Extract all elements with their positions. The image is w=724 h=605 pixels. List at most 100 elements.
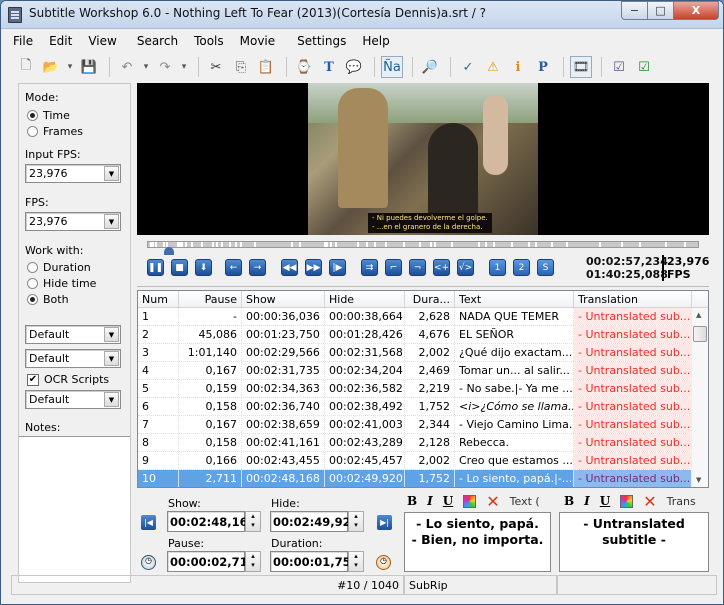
output-settings-icon[interactable]: ☑ [608,56,630,78]
timer-icon[interactable]: ◷ [376,555,391,570]
copy-icon[interactable]: ⎘ [230,56,252,78]
table-row[interactable]: 8 0,158 00:02:41,161 00:02:43,289 2,128 Rebec… [138,434,708,452]
close-button[interactable]: X [673,1,719,20]
remove-tags-icon[interactable]: ✕ [486,492,499,511]
previous-subtitle-icon[interactable]: |◀ [141,515,156,530]
scroll-down-icon[interactable]: ▼ [696,476,701,484]
seek-thumb[interactable] [163,247,174,255]
translation-text-editor[interactable]: - Untranslated subtitle - [559,512,709,572]
column-header-show[interactable]: Show [242,291,325,307]
dropdown-arrow-icon[interactable]: ▾ [65,56,75,78]
table-row[interactable]: 2 45,086 00:01:23,750 00:01:28,426 4,676 EL S… [138,326,708,344]
underline-button[interactable]: U [600,494,610,508]
hide-time-spinner[interactable]: ▴ ▾ [348,511,364,532]
paste-icon[interactable]: 📋 [255,56,277,78]
two-button[interactable]: 2 [513,259,530,276]
work-hide-time-radio[interactable]: Hide time [27,277,96,290]
table-row[interactable]: 9 0,166 00:02:43,455 00:02:45,457 2,002 Creo … [138,452,708,470]
undo-icon[interactable]: ↶ [116,56,138,78]
maximize-button[interactable]: □ [647,1,674,20]
remove-tags-icon[interactable]: ✕ [643,492,656,511]
column-header-text[interactable]: Text [455,291,574,307]
pause-button[interactable]: ❚❚ [147,259,164,276]
chevron-down-icon[interactable]: ▼ [104,351,119,366]
next-subtitle-icon[interactable]: ▶| [377,515,392,530]
minimize-button[interactable]: − [621,1,648,20]
show-time-spinner[interactable]: ▴ ▾ [245,511,261,532]
pascal-script-icon[interactable]: P [532,56,554,78]
column-header-hide[interactable]: Hide [325,291,405,307]
comment-icon[interactable]: 💬 [343,56,365,78]
subtitle-text-editor[interactable]: - Lo siento, papá. - Bien, no importa. [404,512,551,572]
chevron-down-icon[interactable]: ▼ [104,392,119,407]
table-row[interactable]: 10 2,711 00:02:48,168 00:02:49,920 1,752- Lo… [138,470,708,487]
color-palette-icon[interactable] [620,494,634,508]
fast-forward-button[interactable]: ▶▶ [305,259,322,276]
mode-frames-radio[interactable]: Frames [27,125,83,138]
work-duration-radio[interactable]: Duration [27,261,91,274]
show-time-input[interactable]: 00:02:48,168 [167,511,256,532]
duration-spinner[interactable]: ▴ ▾ [348,551,364,572]
end-sub-button[interactable]: ¬ [409,259,426,276]
scroll-thumb[interactable] [693,326,707,342]
table-row[interactable]: 4 0,167 00:02:31,735 00:02:34,204 2,469 Tomar… [138,362,708,380]
work-both-radio[interactable]: Both [27,293,69,306]
menu-view[interactable]: View [80,34,124,48]
pause-time-spinner[interactable]: ▴ ▾ [245,551,261,572]
clock-icon[interactable]: ⌚ [293,56,315,78]
table-row[interactable]: 3 1:01,140 00:02:29,566 00:02:31,568 2,002 ¿Q… [138,344,708,362]
one-button[interactable]: 1 [489,259,506,276]
search-icon[interactable]: 🔎 [419,56,441,78]
set-times-button[interactable]: ⇉ [361,259,378,276]
dropdown-arrow-icon[interactable]: ▾ [179,56,189,78]
bold-button[interactable]: B [407,494,417,508]
underline-button[interactable]: U [443,494,453,508]
info-icon[interactable]: i [507,56,529,78]
color-palette-icon[interactable] [463,494,477,508]
vertical-scrollbar[interactable]: ▲ ▼ [691,308,708,487]
table-row[interactable]: 7 0,167 00:02:38,659 00:02:41,003 2,344- Vie… [138,416,708,434]
table-row[interactable]: 6 0,158 00:02:36,740 00:02:38,492 1,752 <i>¿C… [138,398,708,416]
cut-icon[interactable]: ✂ [205,56,227,78]
table-row[interactable]: 1-00:00:36,036 00:00:38,664 2,628 NADA QUE … [138,308,708,326]
seek-bar[interactable] [147,241,699,248]
mode-time-radio[interactable]: Time [27,109,70,122]
column-header-translation[interactable]: Translation [574,291,692,307]
s-button[interactable]: S [537,259,554,276]
input-fps-combo[interactable]: 23,976 ▼ [25,164,121,183]
start-sub-button[interactable]: ⌐ [385,259,402,276]
open-folder-icon[interactable]: 📂 [40,56,62,78]
menu-file[interactable]: File [5,34,41,48]
style-combo-1[interactable]: Default ▼ [25,325,121,344]
video-preview-icon[interactable]: 🎞 [570,56,592,78]
duration-input[interactable]: 00:00:01,752 [270,551,359,572]
redo-icon[interactable]: ↷ [154,56,176,78]
stop-button[interactable]: ■ [171,259,188,276]
checklist-icon[interactable]: ☑ [633,56,655,78]
column-header-dura[interactable]: Dura... [405,291,455,307]
column-header-num[interactable]: Num [138,291,179,307]
scroll-up-icon[interactable]: ▲ [696,311,701,319]
style-combo-2[interactable]: Default ▼ [25,349,121,368]
menu-movie[interactable]: Movie [232,34,284,48]
column-header-pause[interactable]: Pause [179,291,242,307]
ocr-scripts-checkbox[interactable]: ✔ OCR Scripts [27,373,109,386]
rewind-button[interactable]: ◀◀ [281,259,298,276]
translator-mode-icon[interactable]: Ña [381,56,403,78]
menu-search[interactable]: Search [125,34,186,48]
video-preview[interactable]: - Ni puedes devolverme el golpe. - ...en… [137,83,709,235]
spell-check-icon[interactable]: ✓ [457,56,479,78]
bold-button[interactable]: B [564,494,574,508]
set-pos-button[interactable]: √> [457,259,474,276]
chevron-down-icon[interactable]: ▼ [104,214,119,229]
table-row[interactable]: 5 0,159 00:02:34,363 00:02:36,582 2,219- No … [138,380,708,398]
save-icon[interactable]: 💾 [78,56,100,78]
down-button[interactable]: ⬇ [195,259,212,276]
new-file-icon[interactable]: 🗋 [15,56,37,78]
menu-edit[interactable]: Edit [41,34,80,48]
pause-time-input[interactable]: 00:00:02,711 [167,551,256,572]
forward-button[interactable]: → [249,259,266,276]
hide-time-input[interactable]: 00:02:49,920 [270,511,359,532]
notes-textarea[interactable] [19,436,130,582]
menu-settings[interactable]: Settings [283,34,354,48]
